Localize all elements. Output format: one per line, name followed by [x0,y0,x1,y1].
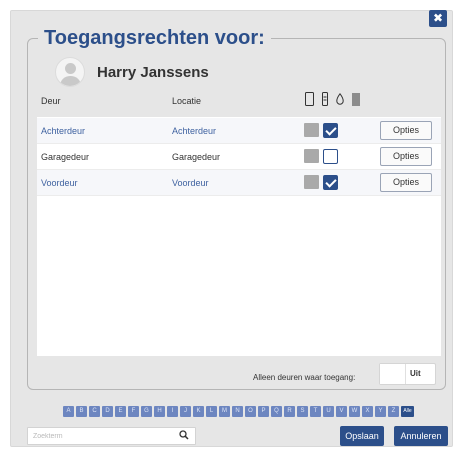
letter-y[interactable]: Y [375,406,386,417]
options-button[interactable]: Opties [380,173,432,192]
letter-n[interactable]: N [232,406,243,417]
inherited-access-indicator [304,149,319,163]
letter-v[interactable]: V [336,406,347,417]
location-link[interactable]: Achterdeur [172,126,216,136]
door-link[interactable]: Voordeur [41,178,78,188]
door-table: Achterdeur Achterdeur Opties Garagedeur … [37,117,441,356]
toggle-knob [380,364,406,384]
letter-h[interactable]: H [154,406,165,417]
cancel-button[interactable]: Annuleren [394,426,448,446]
dialog-title: Toegangsrechten voor: [38,26,271,50]
search-icon[interactable] [179,430,189,440]
letter-f[interactable]: F [128,406,139,417]
letter-l[interactable]: L [206,406,217,417]
search-input[interactable] [28,428,176,444]
letter-j[interactable]: J [180,406,191,417]
access-checkbox[interactable] [323,123,338,138]
door-label: Garagedeur [41,152,90,162]
letter-e[interactable]: E [115,406,126,417]
letter-all[interactable]: Alle [401,406,414,417]
toggle-state: Uit [410,369,421,378]
letter-b[interactable]: B [76,406,87,417]
barcode-icon [352,92,360,106]
user-avatar-icon [55,57,85,87]
letter-x[interactable]: X [362,406,373,417]
column-header-door: Deur [41,96,61,106]
save-button[interactable]: Opslaan [340,426,384,446]
user-name: Harry Janssens [97,63,209,81]
letter-r[interactable]: R [284,406,295,417]
search-box [27,427,196,445]
access-checkbox[interactable] [323,149,338,164]
options-button[interactable]: Opties [380,147,432,166]
letter-k[interactable]: K [193,406,204,417]
close-button[interactable]: ✖ [429,10,447,27]
letter-i[interactable]: I [167,406,178,417]
access-checkbox[interactable] [323,175,338,190]
column-header-location: Locatie [172,96,202,106]
table-row: Voordeur Voordeur Opties [37,170,441,196]
letter-p[interactable]: P [258,406,269,417]
letter-o[interactable]: O [245,406,256,417]
location-link[interactable]: Voordeur [172,178,209,188]
letter-d[interactable]: D [102,406,113,417]
close-icon: ✖ [432,11,444,25]
letter-a[interactable]: A [63,406,74,417]
letter-w[interactable]: W [349,406,360,417]
letter-c[interactable]: C [89,406,100,417]
letter-m[interactable]: M [219,406,230,417]
letter-g[interactable]: G [141,406,152,417]
key-fob-icon [322,92,328,106]
user-header: Harry Janssens [55,56,209,88]
table-row: Garagedeur Garagedeur Opties [37,144,441,170]
letter-q[interactable]: Q [271,406,282,417]
table-row: Achterdeur Achterdeur Opties [37,118,441,144]
letter-u[interactable]: U [323,406,334,417]
inherited-access-indicator [304,123,319,137]
device-type-icons [305,92,360,106]
letter-z[interactable]: Z [388,406,399,417]
inherited-access-indicator [304,175,319,189]
letter-s[interactable]: S [297,406,308,417]
options-button[interactable]: Opties [380,121,432,140]
door-link[interactable]: Achterdeur [41,126,85,136]
letter-t[interactable]: T [310,406,321,417]
access-filter-toggle[interactable]: Uit [379,363,436,385]
smartphone-icon [305,92,314,106]
location-label: Garagedeur [172,152,221,162]
tag-icon [336,93,344,105]
alphabet-filter: A B C D E F G H I J K L M N O P Q R S T … [63,406,414,417]
access-filter-label: Alleen deuren waar toegang: [253,373,356,382]
